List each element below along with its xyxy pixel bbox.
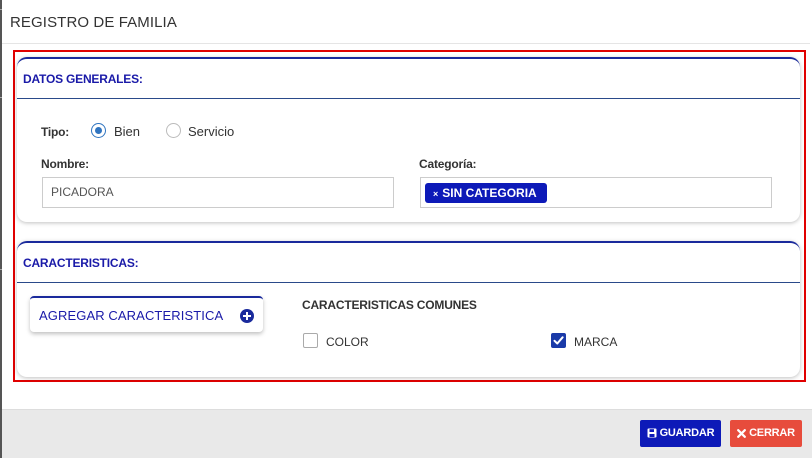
tipo-radio-servicio-label[interactable]: Servicio [188,124,234,139]
tipo-label: Tipo: [41,125,70,139]
marca-checkbox[interactable] [551,333,566,348]
floppy-disk-icon [647,428,657,438]
features-card: CARACTERISTICAS: AGREGAR CARACTERISTICA … [17,241,800,377]
common-features-heading: CARACTERISTICAS COMUNES [302,298,477,312]
nombre-label: Nombre: [41,157,89,171]
categoria-label: Categoría: [419,157,477,171]
general-data-card: DATOS GENERALES: Tipo: Bien Servicio Nom… [17,57,800,222]
tag-remove-icon[interactable]: × [433,189,438,199]
general-data-header: DATOS GENERALES: [17,59,800,99]
categoria-tag: × SIN CATEGORIA [425,183,547,203]
color-checkbox-label[interactable]: COLOR [326,335,369,349]
plus-circle-icon [240,309,254,323]
close-icon [737,429,746,438]
modal-footer: GUARDAR CERRAR [2,409,812,458]
modal-header: REGISTRO DE FAMILIA [2,0,810,44]
add-feature-label: AGREGAR CARACTERISTICA [39,308,224,323]
tipo-radio-bien[interactable] [91,123,106,138]
categoria-select[interactable]: × SIN CATEGORIA [420,177,772,208]
color-checkbox[interactable] [303,333,318,348]
tipo-radio-bien-label[interactable]: Bien [114,124,140,139]
save-button[interactable]: GUARDAR [640,420,721,447]
add-feature-button[interactable]: AGREGAR CARACTERISTICA [30,296,263,332]
features-header: CARACTERISTICAS: [17,243,800,283]
general-data-title: DATOS GENERALES: [23,72,143,86]
marca-checkbox-label[interactable]: MARCA [574,335,617,349]
nombre-input[interactable]: PICADORA [42,177,394,208]
close-button[interactable]: CERRAR [730,420,802,447]
categoria-tag-label: SIN CATEGORIA [442,186,537,200]
modal-title: REGISTRO DE FAMILIA [10,14,177,31]
features-title: CARACTERISTICAS: [23,256,139,270]
close-button-label: CERRAR [749,427,795,439]
family-register-modal: REGISTRO DE FAMILIA DATOS GENERALES: Tip… [2,0,812,458]
save-button-label: GUARDAR [659,427,715,439]
check-icon [553,336,564,345]
tipo-radio-servicio[interactable] [166,123,181,138]
